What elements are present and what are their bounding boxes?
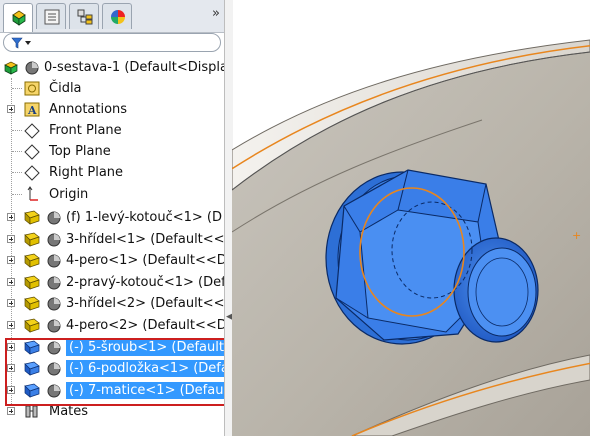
tree-item-origin[interactable]: Origin xyxy=(0,184,224,205)
tree-item-label: Right Plane xyxy=(49,165,124,180)
tree-item-label: Origin xyxy=(49,187,89,202)
tree-item-label: 4-pero<1> (Default<<D xyxy=(66,253,225,268)
part-icon xyxy=(24,210,40,225)
expand-icon[interactable] xyxy=(7,407,15,415)
tree-root-label: 0-sestava-1 (Default<Displa xyxy=(44,60,225,75)
display-state-icon xyxy=(47,254,61,268)
part-icon xyxy=(24,275,40,290)
part-icon xyxy=(24,253,40,268)
tree-item-label: 3-hřídel<1> (Default<<D xyxy=(66,232,225,247)
filter-icon xyxy=(11,37,31,49)
property-manager-icon xyxy=(44,9,60,25)
display-state-icon xyxy=(47,319,61,333)
tree-item-label: Front Plane xyxy=(49,123,122,138)
tree-item-top-plane[interactable]: Top Plane xyxy=(0,141,224,162)
display-state-icon xyxy=(47,233,61,247)
tree-item-label: 2-pravý-kotouč<1> (Def xyxy=(66,275,225,290)
manager-tab-bar: » xyxy=(0,0,224,33)
sensor-icon xyxy=(24,81,40,96)
expand-icon[interactable] xyxy=(7,235,15,243)
tree-component[interactable]: (f) 1-levý-kotouč<1> (D xyxy=(0,207,224,228)
svg-text:A: A xyxy=(27,104,37,117)
display-state-icon xyxy=(47,297,61,311)
plane-icon xyxy=(24,123,40,139)
tab-feature-manager[interactable] xyxy=(3,3,33,32)
expand-icon[interactable] xyxy=(7,278,15,286)
tree-item-label: Annotations xyxy=(49,102,128,117)
tree-item-label: Top Plane xyxy=(49,144,111,159)
tree-item-annotations[interactable]: A Annotations xyxy=(0,99,224,120)
display-state-icon xyxy=(25,61,39,75)
expand-icon[interactable] xyxy=(7,321,15,329)
graphics-area[interactable]: + xyxy=(232,0,590,436)
more-tabs-button[interactable]: » xyxy=(212,6,220,21)
tree-item-right-plane[interactable]: Right Plane xyxy=(0,162,224,183)
expand-icon[interactable] xyxy=(7,256,15,264)
tree-connector xyxy=(12,130,22,131)
highlight-box xyxy=(5,338,224,406)
display-state-icon xyxy=(47,276,61,290)
annotations-icon: A xyxy=(24,102,40,117)
part-icon xyxy=(24,232,40,247)
tree-item-cidla[interactable]: Čidla xyxy=(0,78,224,99)
tree-component[interactable]: 2-pravý-kotouč<1> (Def xyxy=(0,272,224,293)
tree-item-label: (f) 1-levý-kotouč<1> (D xyxy=(66,210,222,225)
expand-icon[interactable] xyxy=(7,213,15,221)
expand-icon[interactable] xyxy=(7,299,15,307)
bolt-end xyxy=(467,247,537,337)
assembly-icon xyxy=(4,61,18,75)
tree-item-label: Čidla xyxy=(49,81,82,96)
tab-display-manager[interactable] xyxy=(102,3,132,29)
part-icon xyxy=(24,318,40,333)
tree-item-label: 3-hřídel<2> (Default<<D xyxy=(66,296,225,311)
display-manager-icon xyxy=(111,10,125,24)
tree-component[interactable]: 4-pero<2> (Default<<D xyxy=(0,315,224,336)
plane-icon xyxy=(24,165,40,181)
tree-item-label: 4-pero<2> (Default<<D xyxy=(66,318,225,333)
tree-component[interactable]: 4-pero<1> (Default<<D xyxy=(0,250,224,271)
feature-manager-icon xyxy=(12,10,26,26)
plane-icon xyxy=(24,144,40,160)
origin-icon xyxy=(27,186,38,201)
tree-connector xyxy=(12,172,22,173)
display-state-icon xyxy=(47,211,61,225)
tree-item-front-plane[interactable]: Front Plane xyxy=(0,120,224,141)
tree-root[interactable]: 0-sestava-1 (Default<Displa xyxy=(0,57,224,78)
tree-connector xyxy=(12,151,22,152)
feature-manager-panel: » 0-sestava-1 (Default<Displa Čidla A An… xyxy=(0,0,225,436)
tree-connector xyxy=(12,88,22,89)
part-icon xyxy=(24,296,40,311)
sketch-point-icon: + xyxy=(572,229,581,242)
configuration-manager-icon xyxy=(77,9,93,25)
tree-component[interactable]: 3-hřídel<1> (Default<<D xyxy=(0,229,224,250)
tab-configuration-manager[interactable] xyxy=(69,3,99,29)
tree-filter[interactable] xyxy=(3,33,221,52)
tree-connector xyxy=(12,194,22,195)
tree-component[interactable]: 3-hřídel<2> (Default<<D xyxy=(0,293,224,314)
expand-icon[interactable] xyxy=(7,105,15,113)
tab-property-manager[interactable] xyxy=(36,3,66,29)
